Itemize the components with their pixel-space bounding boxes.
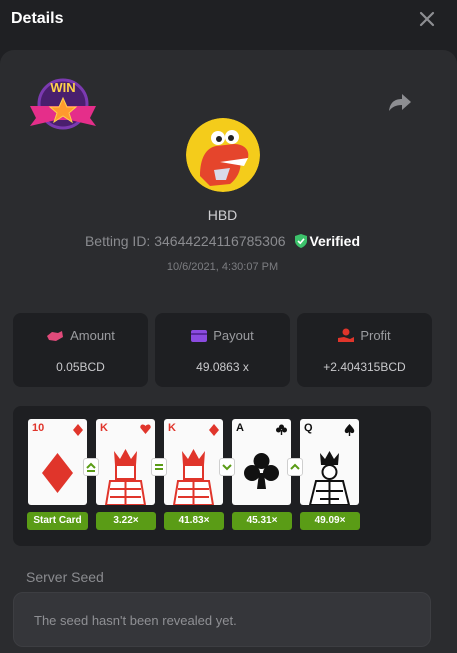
amount-value: 0.05BCD xyxy=(56,360,105,374)
multiplier-label: Start Card xyxy=(27,512,88,530)
payout-icon xyxy=(191,330,208,342)
chevron-down-icon xyxy=(222,464,232,471)
betting-id-row: Betting ID: 34644224116785306 Verified xyxy=(0,233,445,249)
card-1: 10 xyxy=(28,419,87,505)
username: HBD xyxy=(207,207,238,223)
king-figure-icon xyxy=(172,449,215,505)
equal-icon xyxy=(155,464,163,470)
close-icon[interactable] xyxy=(417,9,437,29)
card-rank: 10 xyxy=(32,422,45,434)
payout-value: 49.0863 x xyxy=(196,360,249,374)
multiplier-label: 3.22× xyxy=(96,512,156,530)
card-2: K xyxy=(96,419,155,505)
server-seed-text: The seed hasn't been revealed yet. xyxy=(34,613,237,628)
guess-higher-1 xyxy=(83,458,99,476)
card-rank: A xyxy=(236,422,244,434)
guess-higher-4 xyxy=(287,458,303,476)
avatar xyxy=(186,118,260,192)
verified-shield-icon xyxy=(295,234,308,248)
share-icon[interactable] xyxy=(388,92,412,112)
profit-label: Profit xyxy=(360,328,391,343)
profit-icon xyxy=(338,328,355,342)
multiplier-label: 49.09× xyxy=(300,512,360,530)
guess-lower-3 xyxy=(219,458,235,476)
header: Details xyxy=(0,0,457,40)
card-3: K xyxy=(164,419,223,505)
verified-label: Verified xyxy=(309,233,361,249)
bet-datetime: 10/6/2021, 4:30:07 PM xyxy=(166,261,279,273)
multiplier-label: 41.83× xyxy=(164,512,224,530)
amount-icon xyxy=(47,331,64,341)
profit-stat: Profit +2.404315BCD xyxy=(297,313,432,387)
profit-value: +2.404315BCD xyxy=(323,360,406,374)
payout-label: Payout xyxy=(213,328,254,343)
multiplier-label: 45.31× xyxy=(232,512,292,530)
betting-id: Betting ID: 34644224116785306 xyxy=(84,233,286,249)
chevron-up-icon xyxy=(86,462,96,472)
king-figure-icon xyxy=(104,449,147,505)
card-rank: K xyxy=(168,422,176,434)
card-5: Q xyxy=(300,419,359,505)
win-badge-text: WIN xyxy=(50,80,75,95)
card-rank: K xyxy=(100,422,108,434)
amount-label: Amount xyxy=(70,328,115,343)
card-4: A xyxy=(232,419,291,505)
club-icon xyxy=(244,453,279,489)
dialog-title: Details xyxy=(11,10,64,27)
amount-stat: Amount 0.05BCD xyxy=(13,313,148,387)
win-badge: WIN xyxy=(30,78,96,130)
diamond-icon xyxy=(42,453,73,493)
payout-stat: Payout 49.0863 x xyxy=(155,313,290,387)
card-rank: Q xyxy=(304,422,313,434)
queen-figure-icon xyxy=(308,451,351,505)
chevron-up-icon xyxy=(290,463,300,470)
guess-equal-2 xyxy=(151,458,167,476)
server-seed-label: Server Seed xyxy=(26,569,104,585)
server-seed-field[interactable]: The seed hasn't been revealed yet. xyxy=(13,592,431,647)
